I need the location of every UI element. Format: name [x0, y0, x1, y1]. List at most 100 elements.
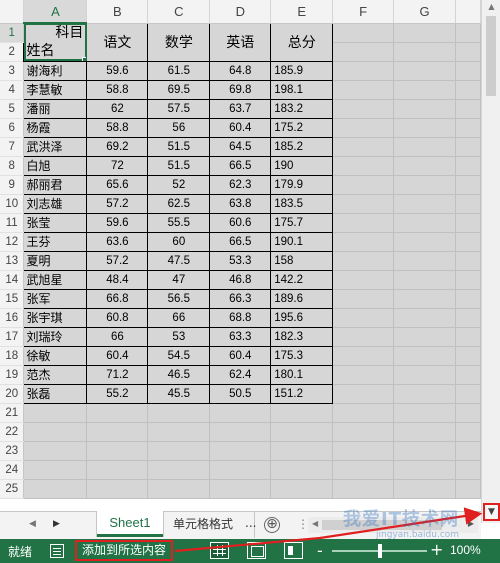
row-header[interactable]: 1: [0, 23, 25, 43]
tab-sheet1[interactable]: Sheet1: [97, 511, 163, 537]
grid-cell[interactable]: [332, 194, 395, 214]
grid-cell[interactable]: [455, 80, 481, 100]
score-cell[interactable]: 62.4: [209, 364, 272, 385]
grid-cell[interactable]: [86, 460, 149, 480]
grid-cell[interactable]: [332, 289, 395, 309]
total-score-cell[interactable]: 158: [270, 250, 334, 271]
score-cell[interactable]: 53.3: [209, 250, 272, 271]
grid-cell[interactable]: [393, 384, 456, 404]
score-cell[interactable]: 66.3: [209, 288, 272, 309]
grid-cell[interactable]: [393, 99, 456, 119]
student-name-cell[interactable]: 张军: [23, 288, 88, 309]
spreadsheet-area[interactable]: ABCDEFG 1 科目 姓名 语文 数学 英语 总分 2 3 谢海利 59.6 61.5 64.8 18…: [0, 0, 481, 511]
page-break-view-icon[interactable]: [284, 542, 303, 559]
column-header-b[interactable]: B: [86, 0, 149, 24]
score-cell[interactable]: 45.5: [147, 383, 211, 404]
subject-header-cell[interactable]: 英语: [209, 22, 272, 62]
row-header[interactable]: 5: [0, 99, 25, 119]
score-cell[interactable]: 52: [147, 174, 211, 195]
column-header-c[interactable]: C: [147, 0, 211, 24]
row-header[interactable]: 17: [0, 327, 25, 347]
total-score-cell[interactable]: 175.2: [270, 117, 334, 138]
grid-cell[interactable]: [393, 213, 456, 233]
grid-cell[interactable]: [393, 479, 456, 499]
grid-cell[interactable]: [455, 384, 481, 404]
column-header-d[interactable]: D: [209, 0, 272, 24]
fill-handle[interactable]: [82, 56, 86, 60]
score-cell[interactable]: 47.5: [147, 250, 211, 271]
grid-cell[interactable]: [393, 137, 456, 157]
grid-cell[interactable]: [455, 42, 481, 62]
score-cell[interactable]: 60.4: [209, 117, 272, 138]
grid-cell[interactable]: [393, 270, 456, 290]
score-cell[interactable]: 69.8: [209, 79, 272, 100]
student-name-cell[interactable]: 王芬: [23, 231, 88, 252]
student-name-cell[interactable]: 武洪泽: [23, 136, 88, 157]
grid-cell[interactable]: [393, 441, 456, 461]
score-cell[interactable]: 71.2: [86, 364, 149, 385]
grid-cell[interactable]: [23, 441, 88, 461]
grid-cell[interactable]: [393, 460, 456, 480]
scroll-left-icon[interactable]: ◀: [312, 519, 318, 528]
tab-scroll-right-icon[interactable]: ▶: [53, 519, 60, 529]
score-cell[interactable]: 57.5: [147, 98, 211, 119]
student-name-cell[interactable]: 刘瑞玲: [23, 326, 88, 347]
score-cell[interactable]: 53: [147, 326, 211, 347]
score-cell[interactable]: 60.6: [209, 212, 272, 233]
grid-cell[interactable]: [270, 441, 334, 461]
column-header-g[interactable]: G: [393, 0, 456, 24]
student-name-cell[interactable]: 徐敏: [23, 345, 88, 366]
total-score-cell[interactable]: 185.2: [270, 136, 334, 157]
grid-cell[interactable]: [209, 403, 272, 423]
score-cell[interactable]: 72: [86, 155, 149, 176]
grid-cell[interactable]: [455, 156, 481, 176]
score-cell[interactable]: 62: [86, 98, 149, 119]
zoom-slider-thumb[interactable]: [377, 544, 382, 558]
header-cell-a1[interactable]: 科目 姓名: [23, 22, 88, 62]
row-header[interactable]: 24: [0, 460, 25, 480]
scroll-up-icon[interactable]: ▲: [485, 2, 498, 14]
grid-cell[interactable]: [332, 270, 395, 290]
grid-cell[interactable]: [86, 422, 149, 442]
row-header[interactable]: 8: [0, 156, 25, 176]
total-score-cell[interactable]: 179.9: [270, 174, 334, 195]
student-name-cell[interactable]: 杨霞: [23, 117, 88, 138]
vertical-scrollbar[interactable]: ▲ ▼: [481, 0, 500, 523]
row-header[interactable]: 18: [0, 346, 25, 366]
grid-cell[interactable]: [455, 403, 481, 423]
grid-cell[interactable]: [332, 460, 395, 480]
score-cell[interactable]: 54.5: [147, 345, 211, 366]
subject-header-cell[interactable]: 总分: [270, 22, 334, 62]
grid-cell[interactable]: [86, 441, 149, 461]
grid-cell[interactable]: [23, 403, 88, 423]
score-cell[interactable]: 60.4: [209, 345, 272, 366]
grid-cell[interactable]: [393, 80, 456, 100]
grid-cell[interactable]: [147, 441, 211, 461]
grid-cell[interactable]: [332, 61, 395, 81]
grid-cell[interactable]: [393, 308, 456, 328]
cell-grid[interactable]: ABCDEFG 1 科目 姓名 语文 数学 英语 总分 2 3 谢海利 59.6 61.5 64.8 18…: [0, 0, 481, 499]
score-cell[interactable]: 60.8: [86, 307, 149, 328]
row-header[interactable]: 20: [0, 384, 25, 404]
scroll-down-button[interactable]: ▼: [483, 503, 500, 521]
grid-cell[interactable]: [393, 346, 456, 366]
row-header[interactable]: 12: [0, 232, 25, 252]
score-cell[interactable]: 46.8: [209, 269, 272, 290]
student-name-cell[interactable]: 张宇琪: [23, 307, 88, 328]
zoom-out-button[interactable]: -: [317, 541, 323, 560]
row-header[interactable]: 14: [0, 270, 25, 290]
grid-cell[interactable]: [393, 118, 456, 138]
score-cell[interactable]: 62.3: [209, 174, 272, 195]
row-header[interactable]: 25: [0, 479, 25, 499]
zoom-in-button[interactable]: +: [430, 540, 443, 559]
student-name-cell[interactable]: 刘志雄: [23, 193, 88, 214]
column-header-overflow[interactable]: [455, 0, 481, 24]
score-cell[interactable]: 65.6: [86, 174, 149, 195]
total-score-cell[interactable]: 190: [270, 155, 334, 176]
grid-cell[interactable]: [455, 346, 481, 366]
score-cell[interactable]: 63.6: [86, 231, 149, 252]
total-score-cell[interactable]: 190.1: [270, 231, 334, 252]
grid-cell[interactable]: [455, 308, 481, 328]
grid-cell[interactable]: [270, 479, 334, 499]
score-cell[interactable]: 57.2: [86, 250, 149, 271]
